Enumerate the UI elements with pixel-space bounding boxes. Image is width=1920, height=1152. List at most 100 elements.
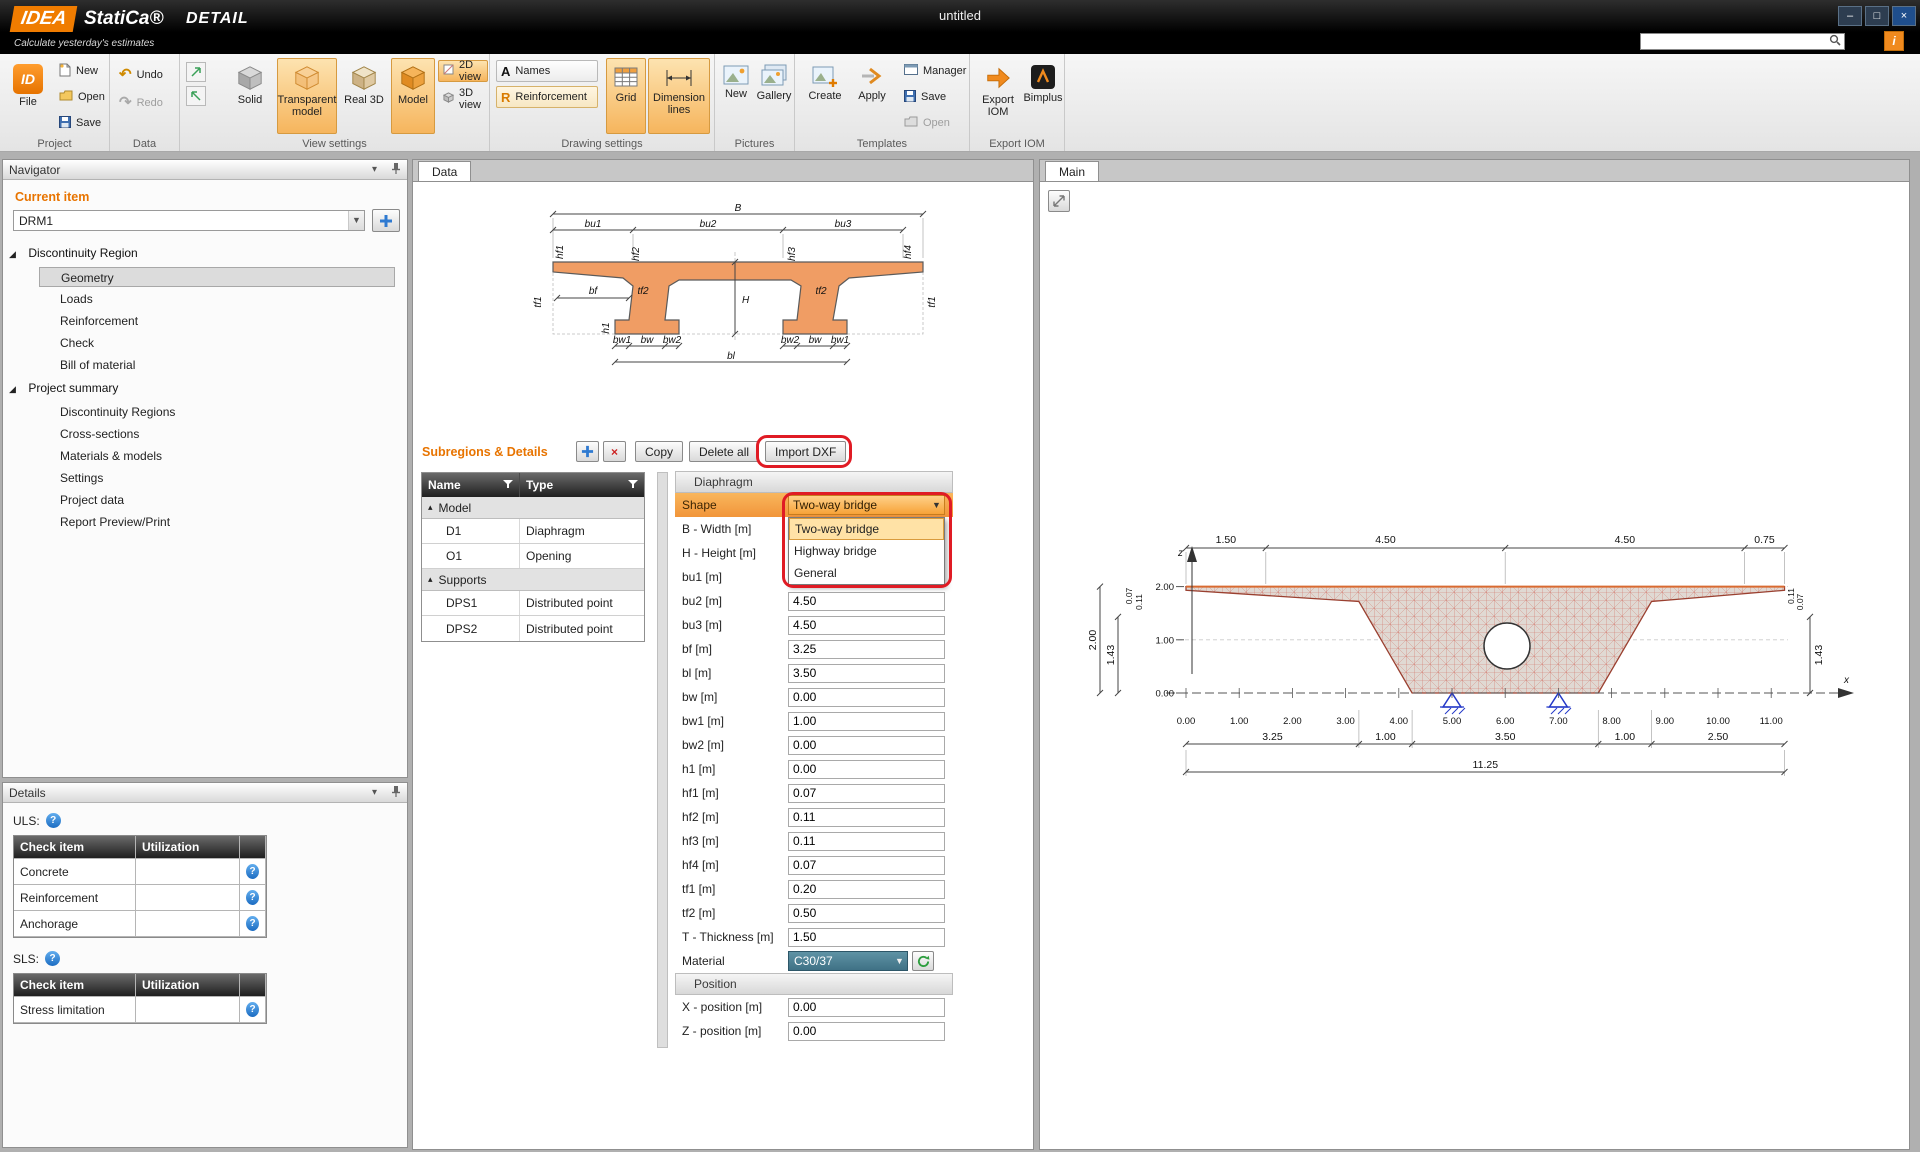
file-button[interactable]: ID File [6,58,50,134]
sidebar-item-materials-models[interactable]: Materials & models [39,446,395,466]
redo-button[interactable]: ↷ Redo [114,92,174,114]
table-row[interactable]: DPS1 Distributed point [422,591,644,616]
import-dxf-button[interactable]: Import DXF [765,441,846,462]
prop-input-bf[interactable] [788,640,945,659]
prop-input-bu2[interactable] [788,592,945,611]
prop-input-bu3[interactable] [788,616,945,635]
group-expander-icon[interactable]: ▴ [428,574,433,585]
export-iom-button[interactable]: Export IOM [974,58,1022,134]
template-create-button[interactable]: Create [803,58,847,134]
tree-group-project-summary[interactable]: ◢ Project summary [9,381,118,395]
tab-main[interactable]: Main [1045,161,1099,183]
template-open-button[interactable]: Open [899,112,965,134]
delete-subregion-button[interactable]: × [603,441,626,462]
real-3d-button[interactable]: Real 3D [340,58,388,134]
help-icon[interactable]: ? [246,864,259,879]
shape-dropdown[interactable]: Two-way bridge ▼ [788,495,945,515]
copy-button[interactable]: Copy [635,441,683,462]
pin-icon[interactable] [391,785,401,801]
open-project-button[interactable]: Open [54,86,106,108]
prop-input-tf2[interactable] [788,904,945,923]
prop-input-z-position[interactable] [788,1022,945,1041]
filter-icon[interactable] [503,478,513,492]
sidebar-item-report-preview-print[interactable]: Report Preview/Print [39,512,395,532]
table-row[interactable]: O1 Opening [422,544,644,569]
transparent-model-button[interactable]: Transparent model [277,58,337,134]
sidebar-item-settings[interactable]: Settings [39,468,395,488]
template-save-button[interactable]: Save [899,86,965,108]
search-icon[interactable] [1826,34,1844,49]
prop-input-tf1[interactable] [788,880,945,899]
add-discontinuity-region-button[interactable] [372,209,400,232]
material-dropdown[interactable]: C30/37 ▼ [788,951,908,971]
group-expander-icon[interactable]: ▴ [428,502,433,513]
bimplus-button[interactable]: Bimplus [1024,58,1062,134]
dimension-lines-button[interactable]: Dimension lines [648,58,710,134]
prop-input-bw1[interactable] [788,712,945,731]
tab-data[interactable]: Data [418,161,471,183]
prop-input-hf3[interactable] [788,832,945,851]
axonometry-button-1[interactable] [186,62,206,82]
view-3d-button[interactable]: 3D view [438,88,488,110]
table-row[interactable]: DPS2 Distributed point [422,616,644,641]
prop-input-hf1[interactable] [788,784,945,803]
view-2d-button[interactable]: 2D view [438,60,488,82]
sidebar-item-check[interactable]: Check [39,333,395,353]
tree-group-discontinuity-region[interactable]: ◢ Discontinuity Region [9,246,138,260]
current-item-dropdown[interactable]: DRM1 ▼ [13,210,365,231]
prop-input-bw[interactable] [788,688,945,707]
prop-input-x-position[interactable] [788,998,945,1017]
sidebar-item-reinforcement[interactable]: Reinforcement [39,311,395,331]
info-button[interactable]: i [1884,31,1904,51]
search-box[interactable] [1640,33,1845,50]
maximize-button[interactable]: □ [1865,6,1889,26]
sls-help-icon[interactable]: ? [45,951,60,966]
undo-button[interactable]: ↶ Undo [114,64,174,86]
prop-input-hf2[interactable] [788,808,945,827]
material-refresh-button[interactable] [912,951,934,971]
close-button[interactable]: × [1892,6,1916,26]
minimize-button[interactable]: – [1838,6,1862,26]
fit-view-button[interactable] [1048,190,1070,212]
sidebar-item-bill-of-material[interactable]: Bill of material [39,355,395,375]
panel-menu-icon[interactable]: ▾ [372,164,377,175]
sidebar-item-geometry[interactable]: Geometry [39,267,395,287]
reinforcement-toggle[interactable]: R Reinforcement [496,86,598,108]
axonometry-button-2[interactable] [186,86,206,106]
help-icon[interactable]: ? [246,916,259,931]
new-project-button[interactable]: New [54,60,106,82]
tree-expander-icon[interactable]: ◢ [9,384,25,395]
search-input[interactable] [1641,35,1826,48]
solid-view-button[interactable]: Solid [226,58,274,134]
grid-button[interactable]: Grid [606,58,646,134]
prop-input-thickness[interactable] [788,928,945,947]
names-toggle[interactable]: A Names [496,60,598,82]
table-group-supports[interactable]: ▴ Supports [422,569,644,591]
filter-icon[interactable] [628,478,638,492]
picture-new-button[interactable]: New [719,58,753,134]
prop-input-hf4[interactable] [788,856,945,875]
splitter-handle[interactable] [657,472,668,1048]
sidebar-item-loads[interactable]: Loads [39,289,395,309]
pin-icon[interactable] [391,162,401,178]
help-icon[interactable]: ? [246,890,259,905]
table-row[interactable]: D1 Diaphragm [422,519,644,544]
prop-input-bw2[interactable] [788,736,945,755]
table-group-model[interactable]: ▴ Model [422,497,644,519]
help-icon[interactable]: ? [246,1002,259,1017]
tree-expander-icon[interactable]: ◢ [9,249,25,260]
panel-menu-icon[interactable]: ▾ [372,787,377,798]
template-apply-button[interactable]: Apply [851,58,893,134]
sidebar-item-cross-sections[interactable]: Cross-sections [39,424,395,444]
dropdown-option-two-way-bridge[interactable]: Two-way bridge [789,518,944,540]
dropdown-option-general[interactable]: General [789,562,944,584]
prop-input-bl[interactable] [788,664,945,683]
gallery-button[interactable]: Gallery [755,58,793,134]
model-view-button[interactable]: Model [391,58,435,134]
add-subregion-button[interactable] [576,441,599,462]
uls-help-icon[interactable]: ? [46,813,61,828]
dropdown-option-highway-bridge[interactable]: Highway bridge [789,540,944,562]
sidebar-item-project-data[interactable]: Project data [39,490,395,510]
prop-input-h1[interactable] [788,760,945,779]
template-manager-button[interactable]: Manager [899,60,965,82]
